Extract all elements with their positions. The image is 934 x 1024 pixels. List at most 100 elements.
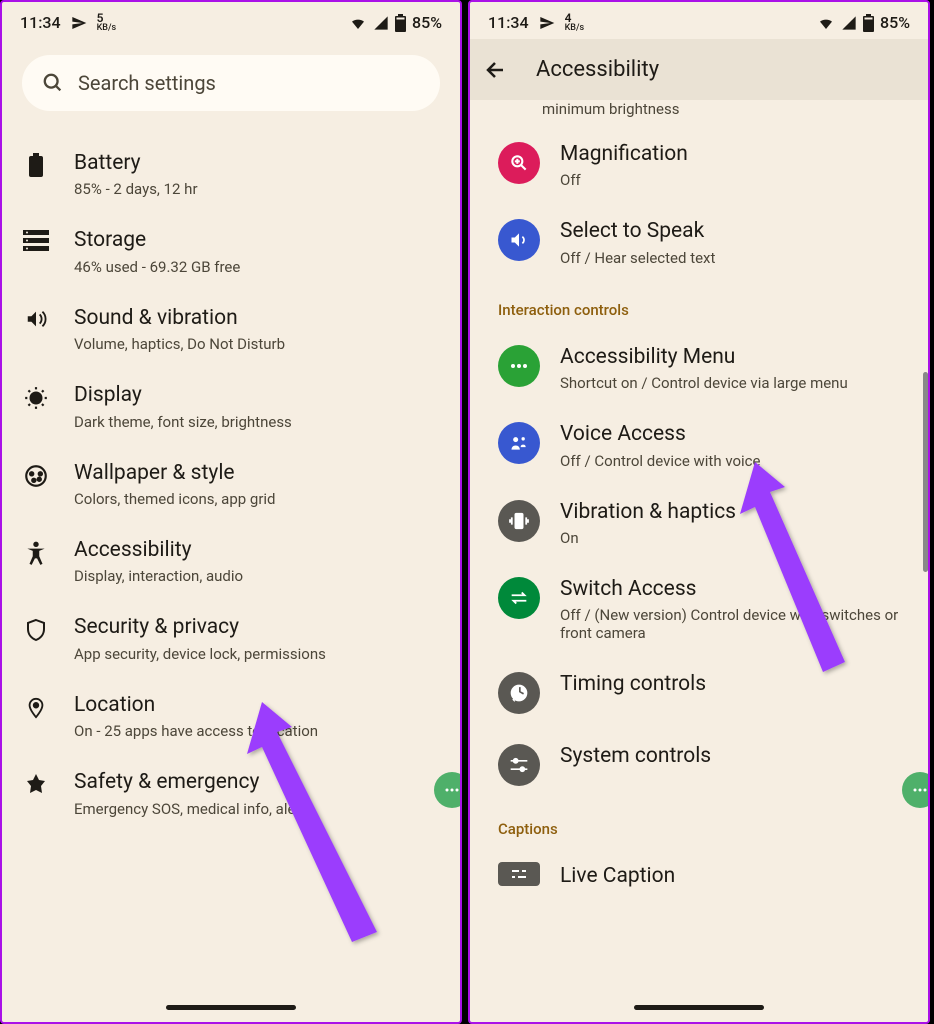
item-subtitle: On - 25 apps have access to location	[74, 722, 440, 740]
floating-action-button[interactable]	[902, 772, 930, 808]
signal-icon	[373, 15, 389, 31]
a11y-item-switch-access[interactable]: Switch Access Off / (New version) Contro…	[470, 561, 928, 656]
send-icon	[71, 15, 87, 31]
item-title: Live Caption	[560, 862, 908, 891]
settings-item-sound[interactable]: Sound & vibration Volume, haptics, Do No…	[2, 290, 460, 367]
item-title: Sound & vibration	[74, 304, 440, 333]
status-time: 11:34	[488, 13, 529, 32]
accessibility-icon	[22, 536, 50, 566]
item-title: Location	[74, 691, 440, 720]
item-subtitle: Off	[560, 171, 908, 189]
item-subtitle: Emergency SOS, medical info, alerts	[74, 800, 440, 818]
gesture-bar[interactable]	[166, 1005, 296, 1010]
wifi-icon	[817, 15, 835, 31]
item-title: Accessibility	[74, 536, 440, 565]
a11y-item-system-controls[interactable]: System controls	[470, 728, 928, 800]
settings-item-accessibility[interactable]: Accessibility Display, interaction, audi…	[2, 522, 460, 599]
signal-icon	[841, 15, 857, 31]
item-title: Security & privacy	[74, 613, 440, 642]
battery-pct: 85%	[412, 13, 442, 32]
settings-item-storage[interactable]: Storage 46% used - 69.32 GB free	[2, 212, 460, 289]
search-placeholder: Search settings	[78, 71, 216, 95]
item-subtitle: Display, interaction, audio	[74, 567, 440, 585]
item-subtitle: Volume, haptics, Do Not Disturb	[74, 335, 440, 353]
section-label-captions: Captions	[470, 800, 928, 848]
search-icon	[42, 72, 64, 94]
a11y-item-vibration[interactable]: Vibration & haptics On	[470, 484, 928, 561]
item-subtitle: App security, device lock, permissions	[74, 645, 440, 663]
settings-item-security[interactable]: Security & privacy App security, device …	[2, 599, 460, 676]
live-caption-icon	[498, 862, 540, 886]
settings-list: Battery 85% - 2 days, 12 hr Storage 46% …	[2, 135, 460, 832]
floating-action-button[interactable]	[434, 772, 462, 808]
item-title: System controls	[560, 742, 908, 771]
timing-icon	[498, 672, 540, 714]
item-title: Battery	[74, 149, 440, 178]
page-title: Accessibility	[536, 57, 659, 82]
network-speed: 4 KB/s	[565, 12, 585, 33]
send-icon	[539, 15, 555, 31]
back-icon[interactable]	[484, 58, 508, 82]
a11y-item-live-caption[interactable]: Live Caption	[470, 848, 928, 905]
item-title: Safety & emergency	[74, 768, 440, 797]
accessibility-screen: 11:34 4 KB/s 85% Accessibility minimum b…	[468, 0, 930, 1024]
settings-main-screen: 11:34 5 KB/s 85% Search settings Battery…	[0, 0, 462, 1024]
partial-item-text: minimum brightness	[470, 100, 928, 126]
item-title: Magnification	[560, 140, 908, 169]
battery-icon	[863, 14, 874, 32]
magnification-icon	[498, 142, 540, 184]
item-subtitle: 46% used - 69.32 GB free	[74, 258, 440, 276]
safety-icon	[22, 768, 50, 796]
settings-item-safety[interactable]: Safety & emergency Emergency SOS, medica…	[2, 754, 460, 831]
settings-item-battery[interactable]: Battery 85% - 2 days, 12 hr	[2, 135, 460, 212]
item-title: Wallpaper & style	[74, 459, 440, 488]
vibration-icon	[498, 500, 540, 542]
item-subtitle: Dark theme, font size, brightness	[74, 413, 440, 431]
wifi-icon	[349, 15, 367, 31]
battery-pct: 85%	[880, 13, 910, 32]
search-settings-input[interactable]: Search settings	[22, 55, 440, 111]
item-title: Voice Access	[560, 420, 908, 449]
item-title: Storage	[74, 226, 440, 255]
battery-icon	[395, 14, 406, 32]
wallpaper-icon	[22, 459, 50, 489]
select-to-speak-icon	[498, 219, 540, 261]
network-speed: 5 KB/s	[97, 12, 117, 33]
status-bar: 11:34 5 KB/s 85%	[2, 2, 460, 39]
storage-icon	[22, 226, 50, 252]
item-title: Vibration & haptics	[560, 498, 908, 527]
item-subtitle: On	[560, 529, 908, 547]
status-time: 11:34	[20, 13, 61, 32]
a11y-item-accessibility-menu[interactable]: Accessibility Menu Shortcut on / Control…	[470, 329, 928, 406]
item-title: Timing controls	[560, 670, 908, 699]
a11y-item-select-to-speak[interactable]: Select to Speak Off / Hear selected text	[470, 203, 928, 280]
security-icon	[22, 613, 50, 643]
item-subtitle: Off / Control device with voice	[560, 452, 908, 470]
battery-icon	[22, 149, 50, 177]
a11y-item-magnification[interactable]: Magnification Off	[470, 126, 928, 203]
sound-icon	[22, 304, 50, 330]
location-icon	[22, 691, 50, 721]
accessibility-menu-icon	[498, 345, 540, 387]
item-title: Select to Speak	[560, 217, 908, 246]
voice-access-icon	[498, 422, 540, 464]
item-subtitle: 85% - 2 days, 12 hr	[74, 180, 440, 198]
page-header: Accessibility	[470, 39, 928, 100]
a11y-item-timing[interactable]: Timing controls	[470, 656, 928, 728]
settings-item-display[interactable]: Display Dark theme, font size, brightnes…	[2, 367, 460, 444]
display-icon	[22, 381, 50, 411]
a11y-item-voice-access[interactable]: Voice Access Off / Control device with v…	[470, 406, 928, 483]
item-title: Display	[74, 381, 440, 410]
section-label-interaction: Interaction controls	[470, 281, 928, 329]
item-subtitle: Off / (New version) Control device with …	[560, 606, 908, 642]
item-subtitle: Colors, themed icons, app grid	[74, 490, 440, 508]
scrollbar[interactable]	[923, 372, 928, 572]
item-subtitle: Shortcut on / Control device via large m…	[560, 374, 908, 392]
settings-item-location[interactable]: Location On - 25 apps have access to loc…	[2, 677, 460, 754]
switch-access-icon	[498, 577, 540, 619]
settings-item-wallpaper[interactable]: Wallpaper & style Colors, themed icons, …	[2, 445, 460, 522]
gesture-bar[interactable]	[634, 1005, 764, 1010]
item-title: Accessibility Menu	[560, 343, 908, 372]
status-bar: 11:34 4 KB/s 85%	[470, 2, 928, 39]
system-controls-icon	[498, 744, 540, 786]
